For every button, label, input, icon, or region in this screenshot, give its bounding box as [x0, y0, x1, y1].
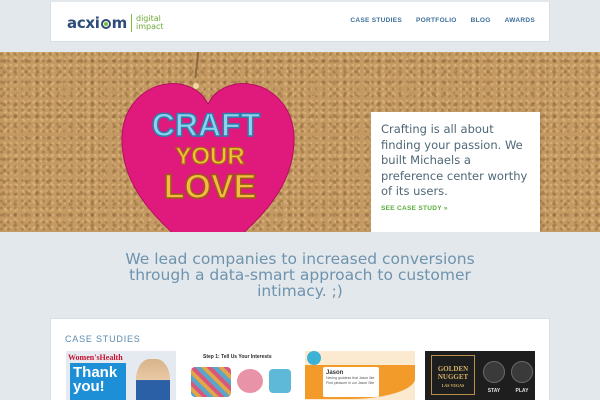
tagline-line2: through a data-smart approach to custome…: [129, 266, 471, 284]
thumb-card: Jason Having goddess that Jason like Fin…: [323, 367, 379, 397]
logo-o-icon: [100, 19, 111, 29]
sign-line3: LAS VEGAS: [441, 383, 465, 388]
callout-text: Crafting is all about finding your passi…: [381, 122, 528, 198]
logo-wordmark: acxi m: [67, 14, 127, 32]
fabric-image: [191, 367, 231, 397]
main-nav: CASE STUDIES PORTFOLIO BLOG AWARDS: [350, 17, 535, 24]
hero-slider: CRAFT YOUR LOVE Crafting is all about fi…: [0, 52, 600, 232]
thumb-card-line2: Find pleasure in our Jason Site: [326, 381, 375, 385]
nav-case-studies[interactable]: CASE STUDIES: [350, 17, 402, 24]
case-studies-heading: CASE STUDIES: [65, 334, 141, 344]
craft-your-love-heart: CRAFT YOUR LOVE: [121, 83, 295, 232]
hero-callout: Crafting is all about finding your passi…: [371, 112, 540, 232]
logo-subtitle: digital impact: [136, 15, 164, 31]
stay-circle-icon: [483, 361, 505, 383]
tagline-line3: intimacy. ;): [257, 282, 343, 300]
see-case-study-link[interactable]: SEE CASE STUDY »: [381, 205, 530, 212]
stay-label: STAY: [487, 388, 501, 394]
heart-text-your: YOUR: [175, 143, 244, 170]
slider-dots: [511, 217, 532, 222]
case-study-thumb-interests[interactable]: Step 1: Tell Us Your Interests: [185, 351, 295, 400]
heart-text-craft: CRAFT: [152, 107, 261, 143]
string-knot-icon: [193, 83, 199, 89]
thumb-masthead: Women'sHealth: [68, 353, 123, 362]
slider-dot[interactable]: [511, 217, 516, 222]
case-studies-section: CASE STUDIES Women'sHealth Thank you! St…: [50, 318, 550, 400]
logo-divider: [130, 14, 132, 32]
heart-text-love: LOVE: [164, 168, 257, 206]
acxiom-logo[interactable]: acxi m digital impact: [67, 13, 164, 33]
cover-model-image: [136, 359, 170, 400]
play-circle-icon: [511, 361, 533, 383]
slider-dot-active[interactable]: [519, 217, 524, 222]
case-study-thumb-jason[interactable]: Jason Having goddess that Jason like Fin…: [305, 351, 415, 400]
site-header: acxi m digital impact CASE STUDIES PORTFO…: [50, 2, 550, 42]
shells-image: [237, 369, 263, 393]
sign-line2: NUGGET: [437, 373, 469, 381]
nav-portfolio[interactable]: PORTFOLIO: [416, 17, 457, 24]
thumb-step-text: Step 1: Tell Us Your Interests: [203, 354, 272, 360]
tagline-line1: We lead companies to increased conversio…: [125, 250, 475, 268]
thumb-headline: Thank you!: [70, 363, 126, 400]
slider-dot[interactable]: [527, 217, 532, 222]
golden-nugget-sign: GOLDEN NUGGET LAS VEGAS: [431, 355, 475, 395]
sign-line1: GOLDEN: [437, 365, 469, 373]
case-study-thumb-womens-health[interactable]: Women'sHealth Thank you!: [66, 351, 176, 400]
flower-icon: [307, 351, 321, 365]
tagline: We lead companies to increased conversio…: [0, 251, 600, 299]
craft-image: [269, 369, 291, 393]
nav-blog[interactable]: BLOG: [471, 17, 491, 24]
nav-awards[interactable]: AWARDS: [505, 17, 535, 24]
play-label: PLAY: [515, 388, 529, 394]
logo-sub-line2: impact: [135, 22, 164, 31]
case-study-thumb-golden-nugget[interactable]: GOLDEN NUGGET LAS VEGAS STAY PLAY: [425, 351, 535, 400]
